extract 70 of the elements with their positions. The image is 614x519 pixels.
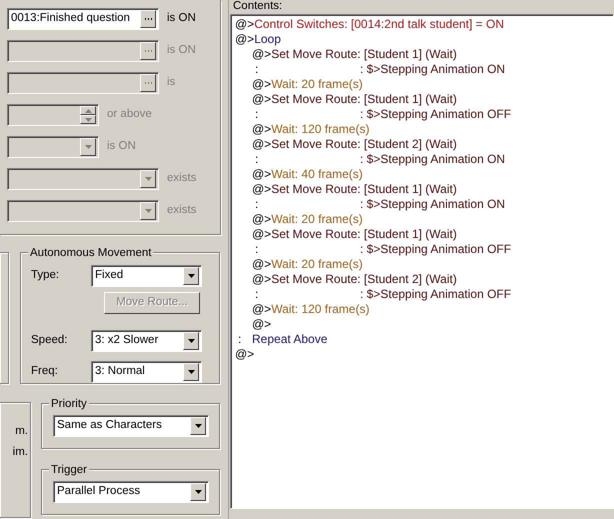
command-marker: @> <box>252 182 272 197</box>
option-label: m. <box>14 424 29 439</box>
condition-label: is <box>167 75 176 90</box>
command-marker: @> <box>252 77 272 92</box>
dropdown-field[interactable] <box>7 200 159 222</box>
command-text[interactable]: Wait: 120 frame(s) <box>271 122 370 137</box>
field-label: Type: <box>31 268 60 284</box>
command-text[interactable]: : $>Stepping Animation OFF <box>360 287 512 302</box>
number-spin-field[interactable] <box>7 104 99 126</box>
command-marker: : <box>237 332 242 347</box>
command-marker: @> <box>252 122 272 137</box>
command-text[interactable]: Wait: 20 frame(s) <box>271 212 363 227</box>
field-label: Freq: <box>31 364 59 380</box>
command-text[interactable]: Wait: 40 frame(s) <box>271 167 363 182</box>
command-text[interactable]: Control Switches: [0014:2nd talk student] = ON <box>254 17 504 32</box>
command-text[interactable]: Set Move Route: [Student 2] (Wait) <box>271 272 457 287</box>
dropdown-field[interactable]: Same as Characters <box>53 415 209 437</box>
command-text[interactable]: Repeat Above <box>252 332 328 347</box>
field-label: Speed: <box>31 333 68 348</box>
command-marker: @> <box>252 167 272 182</box>
condition-label: or above <box>107 107 152 122</box>
condition-label: is ON <box>167 43 196 58</box>
command-text[interactable]: Wait: 20 frame(s) <box>271 77 363 92</box>
command-marker: : <box>254 242 260 257</box>
switch-select-field[interactable] <box>7 72 159 94</box>
switch-select-field[interactable] <box>7 40 159 62</box>
command-marker: @> <box>252 302 272 317</box>
dropdown-field[interactable]: 3: x2 Slower <box>91 330 202 352</box>
command-marker: @> <box>252 317 272 332</box>
dropdown-field[interactable] <box>7 168 159 190</box>
command-marker: @> <box>252 212 272 227</box>
condition-label: is ON <box>107 139 136 154</box>
command-text[interactable]: Set Move Route: [Student 1] (Wait) <box>271 47 457 62</box>
command-marker: @> <box>252 257 272 272</box>
dropdown-field[interactable]: Parallel Process <box>53 481 209 503</box>
dropdown-field[interactable]: Fixed <box>91 265 202 287</box>
command-marker: : <box>254 197 260 212</box>
condition-label: is ON <box>167 11 196 26</box>
command-text[interactable]: : $>Stepping Animation ON <box>360 197 506 212</box>
command-text[interactable]: Set Move Route: [Student 2] (Wait) <box>271 137 457 152</box>
command-text[interactable]: : $>Stepping Animation OFF <box>360 107 512 122</box>
command-marker: @> <box>252 227 272 242</box>
command-marker: : <box>254 107 260 122</box>
dropdown-field[interactable]: 3: Normal <box>91 361 202 383</box>
command-marker: @> <box>235 347 254 362</box>
switch-select-field[interactable]: 0013:Finished question <box>7 8 159 30</box>
event-commands-list[interactable] <box>230 14 614 509</box>
command-text[interactable]: Wait: 120 frame(s) <box>271 302 370 317</box>
contents-label: Contents: <box>233 0 282 12</box>
command-text[interactable]: Set Move Route: [Student 1] (Wait) <box>271 227 457 242</box>
command-marker: @> <box>252 137 272 152</box>
command-marker: @> <box>235 32 254 47</box>
command-text[interactable]: : $>Stepping Animation OFF <box>360 242 512 257</box>
command-marker: : <box>254 62 260 77</box>
command-marker: @> <box>235 17 254 32</box>
option-label: im. <box>12 445 29 460</box>
command-text[interactable]: Wait: 20 frame(s) <box>271 257 363 272</box>
command-text[interactable]: : $>Stepping Animation ON <box>360 62 506 77</box>
command-marker: : <box>254 287 260 302</box>
command-text[interactable]: Loop <box>254 32 281 47</box>
command-text[interactable]: : $>Stepping Animation ON <box>360 152 506 167</box>
dropdown-field[interactable] <box>7 136 99 158</box>
command-text[interactable]: Set Move Route: [Student 1] (Wait) <box>271 182 457 197</box>
condition-label: exists <box>167 203 196 218</box>
condition-label: exists <box>167 171 196 186</box>
command-marker: @> <box>252 272 272 287</box>
command-text[interactable]: Set Move Route: [Student 1] (Wait) <box>271 92 457 107</box>
command-marker: : <box>254 152 260 167</box>
command-marker: @> <box>252 47 272 62</box>
command-marker: @> <box>252 92 272 107</box>
